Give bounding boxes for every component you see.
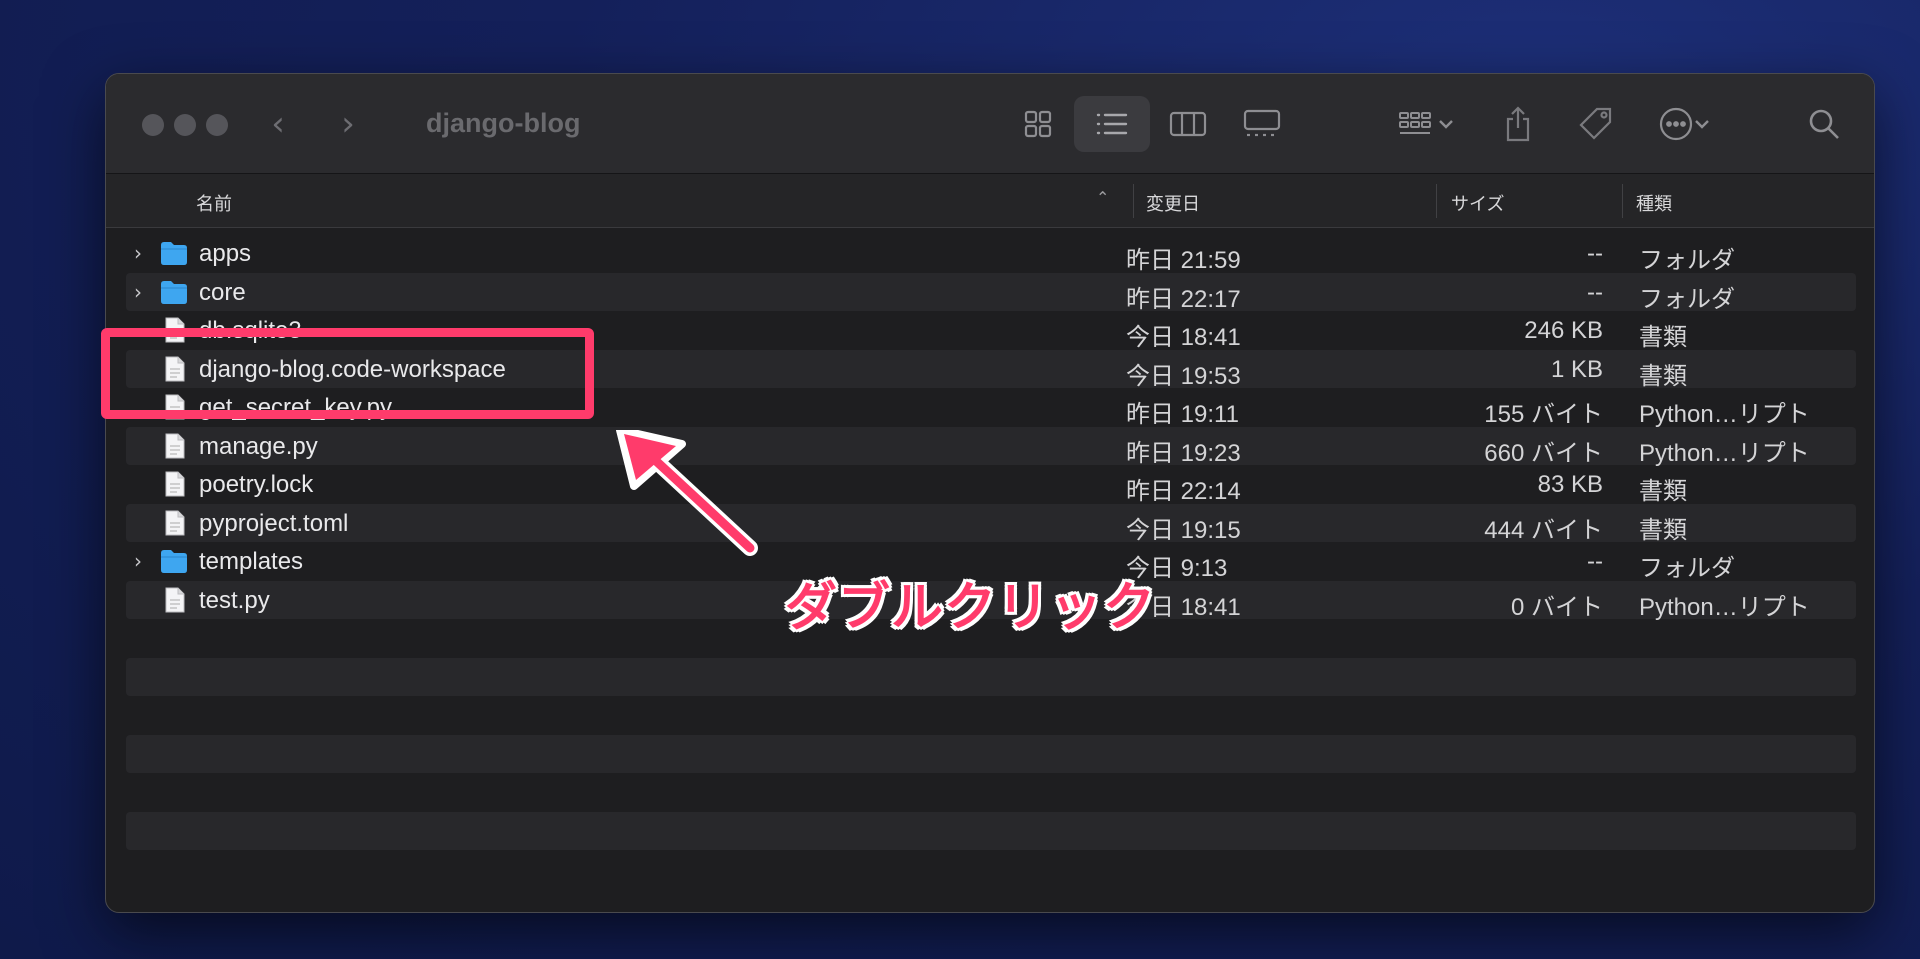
file-size: 1 KB (1550, 355, 1603, 383)
share-button[interactable] (1490, 96, 1546, 152)
back-button[interactable]: ‹ (256, 102, 300, 146)
column-divider[interactable] (1436, 184, 1437, 218)
empty-row (126, 850, 1856, 889)
column-view-button[interactable] (1156, 96, 1220, 152)
file-kind: フォルダ (1639, 285, 1735, 313)
gallery-view-icon (1243, 109, 1281, 137)
share-icon (1506, 106, 1530, 142)
callout-label: ダブルクリック (785, 579, 1157, 637)
column-header-name[interactable]: 名前 (196, 190, 232, 216)
disclosure-triangle-icon[interactable]: › (134, 549, 154, 573)
more-actions-button[interactable] (1644, 96, 1724, 152)
icon-view-grid-icon (1024, 110, 1052, 138)
empty-row (126, 811, 1856, 850)
folder-icon (161, 550, 187, 573)
file-name: templates (199, 548, 304, 575)
empty-row (126, 773, 1856, 812)
file-kind: Python…リプト (1639, 439, 1810, 467)
icon-view-button[interactable] (1006, 96, 1070, 152)
disclosure-triangle-icon[interactable]: › (134, 241, 154, 265)
file-kind: 書類 (1639, 516, 1687, 544)
file-size: 444 バイト (1484, 516, 1603, 544)
disclosure-triangle-icon[interactable]: › (134, 280, 154, 304)
chevron-left-icon: ‹ (271, 104, 285, 144)
file-modified: 昨日 21:59 (1126, 247, 1241, 274)
file-row[interactable]: › apps 昨日 21:59 -- フォルダ (126, 234, 1856, 274)
file-kind: Python…リプト (1639, 401, 1810, 428)
close-window-button[interactable] (142, 114, 164, 136)
column-divider[interactable] (1133, 184, 1134, 218)
file-size: 660 バイト (1484, 439, 1603, 467)
file-kind: Python…リプト (1639, 593, 1810, 621)
search-button[interactable] (1796, 96, 1852, 152)
file-size: 0 バイト (1510, 593, 1603, 621)
file-row[interactable]: pyproject.toml 今日 19:15 444 バイト 書類 (126, 503, 1856, 544)
empty-row (126, 657, 1856, 696)
sort-ascending-icon: ⌃ (1096, 190, 1110, 207)
toolbar: ‹ › django-blog (106, 74, 1874, 174)
column-header-modified[interactable]: 変更日 (1146, 190, 1200, 216)
file-modified: 昨日 22:14 (1126, 478, 1241, 505)
file-modified: 昨日 19:11 (1126, 401, 1239, 428)
file-row[interactable]: poetry.lock 昨日 22:14 83 KB 書類 (126, 465, 1856, 505)
empty-row (126, 696, 1856, 735)
chevron-down-icon (1695, 120, 1709, 129)
file-size: 155 バイト (1484, 401, 1603, 428)
python-file-icon (165, 433, 185, 458)
gallery-view-button[interactable] (1230, 96, 1294, 152)
empty-row (126, 734, 1856, 773)
document-icon (165, 471, 185, 497)
file-row[interactable]: › core 昨日 22:17 -- フォルダ (126, 272, 1856, 313)
file-kind: 書類 (1639, 324, 1687, 351)
file-name: pyproject.toml (199, 509, 349, 537)
chevron-right-icon: › (341, 104, 355, 144)
document-icon (165, 510, 185, 535)
file-name: manage.py (199, 432, 318, 460)
file-kind: フォルダ (1639, 555, 1735, 582)
file-modified: 今日 19:53 (1126, 362, 1241, 390)
zoom-window-button[interactable] (206, 114, 228, 136)
file-size: -- (1587, 240, 1603, 267)
column-divider[interactable] (1622, 184, 1623, 218)
file-size: -- (1587, 548, 1603, 575)
forward-button[interactable]: › (326, 102, 370, 146)
folder-icon (161, 280, 187, 304)
file-name: core (199, 278, 246, 306)
file-modified: 今日 19:15 (1126, 516, 1241, 544)
group-icon (1399, 112, 1431, 134)
file-kind: 書類 (1639, 478, 1687, 505)
window-title: django-blog (426, 108, 581, 138)
highlight-box (101, 328, 594, 419)
tag-icon (1579, 107, 1612, 140)
file-name: apps (199, 240, 252, 267)
pointer-arrow-icon (616, 430, 758, 556)
file-size: 83 KB (1537, 471, 1603, 498)
list-view-icon (1096, 113, 1128, 135)
file-row[interactable]: manage.py 昨日 19:23 660 バイト Python…リプト (126, 426, 1856, 467)
file-name: test.py (199, 586, 270, 614)
tag-button[interactable] (1566, 96, 1626, 152)
python-file-icon (165, 587, 185, 612)
folder-icon (161, 242, 187, 265)
file-size: 246 KB (1524, 317, 1603, 344)
list-view-button[interactable] (1074, 96, 1150, 152)
minimize-window-button[interactable] (174, 114, 196, 136)
column-header-size[interactable]: サイズ (1451, 190, 1504, 216)
file-modified: 昨日 19:23 (1126, 439, 1241, 467)
file-kind: 書類 (1639, 362, 1687, 390)
group-by-button[interactable] (1386, 96, 1466, 152)
file-kind: フォルダ (1639, 247, 1735, 274)
file-size: -- (1587, 278, 1603, 306)
column-header-row: 名前 ⌃ 変更日 サイズ 種類 (106, 174, 1874, 228)
chevron-down-icon (1439, 120, 1453, 129)
more-icon (1659, 107, 1693, 141)
file-name: poetry.lock (199, 471, 314, 498)
column-view-icon (1169, 111, 1207, 137)
file-modified: 今日 18:41 (1126, 324, 1241, 351)
finder-window: ‹ › django-blog 名前 ⌃ 変更日 サイズ 種類 › apps 昨… (105, 73, 1875, 913)
search-icon (1809, 109, 1839, 139)
column-header-kind[interactable]: 種類 (1636, 190, 1672, 216)
file-modified: 昨日 22:17 (1126, 285, 1241, 313)
